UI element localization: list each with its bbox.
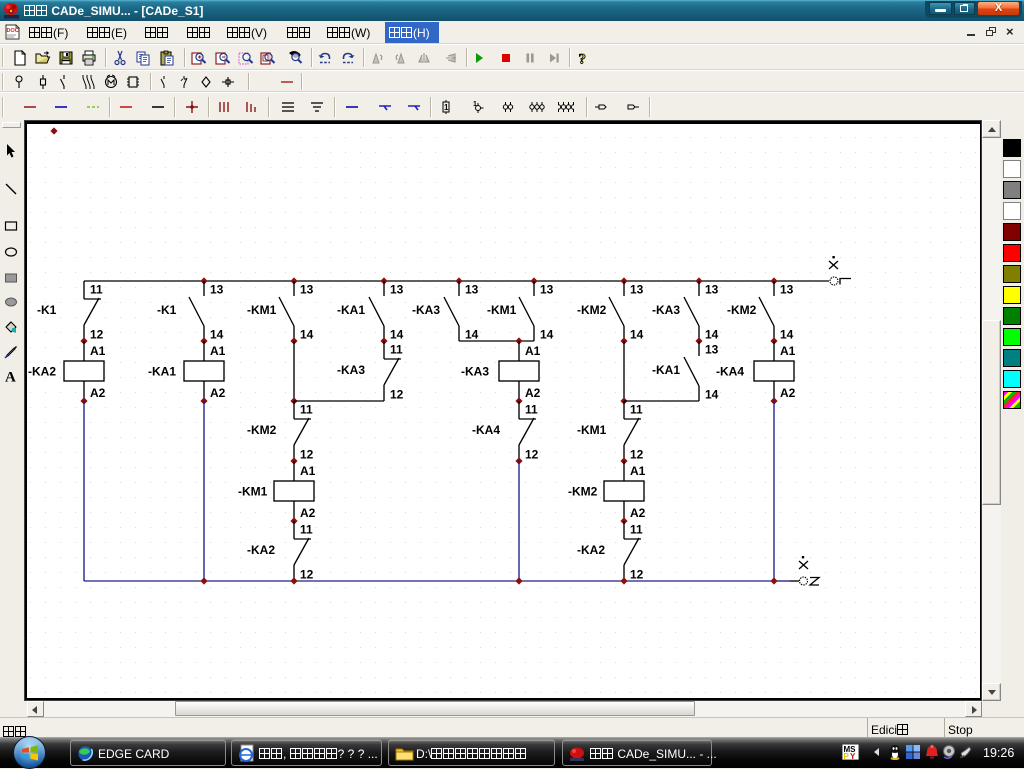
svg-text:-KM2: -KM2 xyxy=(568,485,598,499)
svg-text:13: 13 xyxy=(630,283,644,297)
svg-text:1: 1 xyxy=(444,103,449,112)
svg-text:12: 12 xyxy=(630,568,644,582)
svg-text:12: 12 xyxy=(300,448,314,462)
svg-text:11: 11 xyxy=(300,523,313,537)
svg-text:13: 13 xyxy=(390,283,404,297)
svg-text:-KA4: -KA4 xyxy=(472,423,500,437)
svg-text:-KA2: -KA2 xyxy=(28,365,56,379)
svg-text:14: 14 xyxy=(390,328,404,342)
svg-text:14: 14 xyxy=(210,328,224,342)
svg-text:-K1: -K1 xyxy=(37,303,57,317)
svg-text:12: 12 xyxy=(90,328,104,342)
svg-text:13: 13 xyxy=(780,283,794,297)
svg-text:13: 13 xyxy=(705,343,719,357)
svg-text:P: P xyxy=(844,752,850,760)
svg-text:Y: Y xyxy=(850,752,856,760)
svg-text:-KA1: -KA1 xyxy=(337,303,365,317)
svg-text:-KA2: -KA2 xyxy=(247,543,275,557)
svg-text:A2: A2 xyxy=(780,386,796,400)
svg-text:-K1: -K1 xyxy=(157,303,177,317)
svg-text:-KM1: -KM1 xyxy=(247,303,277,317)
svg-text:A2: A2 xyxy=(210,386,226,400)
svg-text:-KA3: -KA3 xyxy=(652,303,680,317)
svg-text:12: 12 xyxy=(300,568,314,582)
svg-text:-KA1: -KA1 xyxy=(148,365,176,379)
svg-text:13: 13 xyxy=(540,283,554,297)
svg-text:-KA3: -KA3 xyxy=(412,303,440,317)
svg-text:-KM2: -KM2 xyxy=(247,423,277,437)
svg-text:13: 13 xyxy=(210,283,224,297)
svg-text:A2: A2 xyxy=(90,386,106,400)
svg-text:11: 11 xyxy=(630,403,643,417)
svg-text:A1: A1 xyxy=(630,464,646,478)
svg-text:A1: A1 xyxy=(300,464,316,478)
svg-text:-KM1: -KM1 xyxy=(577,423,607,437)
svg-text:11: 11 xyxy=(390,343,403,357)
svg-text:?: ? xyxy=(579,52,587,67)
svg-text:13: 13 xyxy=(465,283,479,297)
svg-text:14: 14 xyxy=(465,328,479,342)
svg-text:A2: A2 xyxy=(300,506,316,520)
svg-text:A1: A1 xyxy=(90,344,106,358)
svg-text:12: 12 xyxy=(630,448,644,462)
svg-text:13: 13 xyxy=(705,283,719,297)
svg-text:-KA2: -KA2 xyxy=(577,543,605,557)
svg-text:14: 14 xyxy=(780,328,794,342)
svg-text:-KA3: -KA3 xyxy=(461,365,489,379)
svg-text:11: 11 xyxy=(525,403,538,417)
svg-text:11: 11 xyxy=(630,523,643,537)
svg-text:-KM2: -KM2 xyxy=(577,303,607,317)
svg-text:14: 14 xyxy=(705,328,719,342)
svg-text:A2: A2 xyxy=(630,506,646,520)
svg-text:A: A xyxy=(5,370,16,385)
svg-text:-KM1: -KM1 xyxy=(487,303,517,317)
svg-text:12: 12 xyxy=(390,388,404,402)
svg-text:DOC: DOC xyxy=(7,28,19,34)
svg-text:A1: A1 xyxy=(210,344,226,358)
svg-text:A1: A1 xyxy=(525,344,541,358)
svg-text:A2: A2 xyxy=(525,386,541,400)
svg-text:13: 13 xyxy=(300,283,314,297)
svg-text:11: 11 xyxy=(300,403,313,417)
svg-text:14: 14 xyxy=(705,388,719,402)
svg-text:-KA3: -KA3 xyxy=(337,363,365,377)
svg-text:-KM2: -KM2 xyxy=(727,303,757,317)
svg-text:A1: A1 xyxy=(780,344,796,358)
svg-text:12: 12 xyxy=(525,448,539,462)
svg-text:-KM1: -KM1 xyxy=(238,485,268,499)
svg-text:-KA1: -KA1 xyxy=(652,363,680,377)
svg-text:14: 14 xyxy=(630,328,644,342)
svg-text:14: 14 xyxy=(300,328,314,342)
svg-text:-KA4: -KA4 xyxy=(716,365,744,379)
svg-text:14: 14 xyxy=(540,328,554,342)
svg-text:1: 1 xyxy=(473,101,477,108)
svg-text:11: 11 xyxy=(90,283,103,297)
